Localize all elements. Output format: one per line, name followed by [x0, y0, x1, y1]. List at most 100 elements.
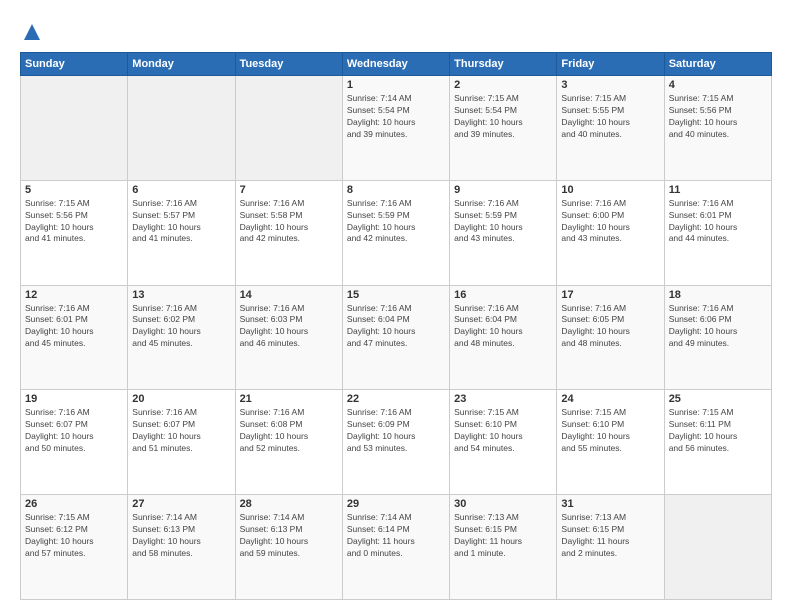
- day-info: Sunrise: 7:13 AM Sunset: 6:15 PM Dayligh…: [561, 512, 659, 560]
- weekday-header: Saturday: [664, 53, 771, 76]
- day-info: Sunrise: 7:14 AM Sunset: 5:54 PM Dayligh…: [347, 93, 445, 141]
- day-number: 13: [132, 289, 230, 301]
- day-info: Sunrise: 7:16 AM Sunset: 6:08 PM Dayligh…: [240, 407, 338, 455]
- calendar-table: SundayMondayTuesdayWednesdayThursdayFrid…: [20, 52, 772, 600]
- day-info: Sunrise: 7:15 AM Sunset: 5:55 PM Dayligh…: [561, 93, 659, 141]
- calendar-day-cell: 25 Sunrise: 7:15 AM Sunset: 6:11 PM Dayli…: [664, 390, 771, 495]
- day-info: Sunrise: 7:13 AM Sunset: 6:15 PM Dayligh…: [454, 512, 552, 560]
- calendar-day-cell: 20Sunrise: 7:16 AM Sunset: 6:07 PM Dayli…: [128, 390, 235, 495]
- calendar-day-cell: 10Sunrise: 7:16 AM Sunset: 6:00 PM Dayli…: [557, 180, 664, 285]
- calendar-day-cell: [664, 495, 771, 600]
- day-info: Sunrise: 7:15 AM Sunset: 6:10 PM Dayligh…: [561, 407, 659, 455]
- calendar-day-cell: 23 Sunrise: 7:15 AM Sunset: 6:10 PM Dayli…: [450, 390, 557, 495]
- calendar-day-cell: 24Sunrise: 7:15 AM Sunset: 6:10 PM Dayli…: [557, 390, 664, 495]
- day-number: 16: [454, 289, 552, 301]
- day-info: Sunrise: 7:16 AM Sunset: 6:09 PM Dayligh…: [347, 407, 445, 455]
- day-number: 17: [561, 289, 659, 301]
- calendar-day-cell: 8 Sunrise: 7:16 AM Sunset: 5:59 PM Daylig…: [342, 180, 449, 285]
- day-info: Sunrise: 7:16 AM Sunset: 6:05 PM Dayligh…: [561, 303, 659, 351]
- day-number: 23: [454, 393, 552, 405]
- calendar-day-cell: 9 Sunrise: 7:16 AM Sunset: 5:59 PM Daylig…: [450, 180, 557, 285]
- calendar-day-cell: 14Sunrise: 7:16 AM Sunset: 6:03 PM Dayli…: [235, 285, 342, 390]
- calendar-header-row: SundayMondayTuesdayWednesdayThursdayFrid…: [21, 53, 772, 76]
- calendar-day-cell: 7 Sunrise: 7:16 AM Sunset: 5:58 PM Daylig…: [235, 180, 342, 285]
- calendar-day-cell: 4 Sunrise: 7:15 AM Sunset: 5:56 PM Daylig…: [664, 76, 771, 181]
- logo: [20, 22, 42, 42]
- day-info: Sunrise: 7:16 AM Sunset: 5:58 PM Dayligh…: [240, 198, 338, 246]
- day-info: Sunrise: 7:16 AM Sunset: 6:03 PM Dayligh…: [240, 303, 338, 351]
- weekday-header: Thursday: [450, 53, 557, 76]
- day-number: 26: [25, 498, 123, 510]
- calendar-day-cell: 12Sunrise: 7:16 AM Sunset: 6:01 PM Dayli…: [21, 285, 128, 390]
- day-info: Sunrise: 7:15 AM Sunset: 5:56 PM Dayligh…: [25, 198, 123, 246]
- day-number: 22: [347, 393, 445, 405]
- day-number: 9: [454, 184, 552, 196]
- day-info: Sunrise: 7:16 AM Sunset: 6:00 PM Dayligh…: [561, 198, 659, 246]
- day-number: 31: [561, 498, 659, 510]
- day-number: 4: [669, 79, 767, 91]
- day-number: 2: [454, 79, 552, 91]
- day-number: 8: [347, 184, 445, 196]
- day-number: 21: [240, 393, 338, 405]
- weekday-header: Sunday: [21, 53, 128, 76]
- weekday-header: Tuesday: [235, 53, 342, 76]
- calendar-week-row: 12Sunrise: 7:16 AM Sunset: 6:01 PM Dayli…: [21, 285, 772, 390]
- calendar-day-cell: [128, 76, 235, 181]
- day-number: 1: [347, 79, 445, 91]
- day-info: Sunrise: 7:14 AM Sunset: 6:13 PM Dayligh…: [132, 512, 230, 560]
- day-info: Sunrise: 7:16 AM Sunset: 5:59 PM Dayligh…: [347, 198, 445, 246]
- calendar-day-cell: 6Sunrise: 7:16 AM Sunset: 5:57 PM Daylig…: [128, 180, 235, 285]
- day-info: Sunrise: 7:16 AM Sunset: 6:06 PM Dayligh…: [669, 303, 767, 351]
- day-number: 28: [240, 498, 338, 510]
- day-info: Sunrise: 7:16 AM Sunset: 6:01 PM Dayligh…: [669, 198, 767, 246]
- calendar-day-cell: 11 Sunrise: 7:16 AM Sunset: 6:01 PM Dayli…: [664, 180, 771, 285]
- calendar-day-cell: 15 Sunrise: 7:16 AM Sunset: 6:04 PM Dayli…: [342, 285, 449, 390]
- calendar-day-cell: 21 Sunrise: 7:16 AM Sunset: 6:08 PM Dayli…: [235, 390, 342, 495]
- day-info: Sunrise: 7:15 AM Sunset: 5:56 PM Dayligh…: [669, 93, 767, 141]
- day-info: Sunrise: 7:15 AM Sunset: 6:10 PM Dayligh…: [454, 407, 552, 455]
- calendar-day-cell: [21, 76, 128, 181]
- day-info: Sunrise: 7:16 AM Sunset: 6:07 PM Dayligh…: [132, 407, 230, 455]
- calendar-week-row: 1 Sunrise: 7:14 AM Sunset: 5:54 PM Daylig…: [21, 76, 772, 181]
- day-info: Sunrise: 7:15 AM Sunset: 5:54 PM Dayligh…: [454, 93, 552, 141]
- day-info: Sunrise: 7:16 AM Sunset: 6:04 PM Dayligh…: [347, 303, 445, 351]
- calendar-week-row: 26 Sunrise: 7:15 AM Sunset: 6:12 PM Dayli…: [21, 495, 772, 600]
- calendar-day-cell: 2 Sunrise: 7:15 AM Sunset: 5:54 PM Daylig…: [450, 76, 557, 181]
- calendar-day-cell: 5 Sunrise: 7:15 AM Sunset: 5:56 PM Daylig…: [21, 180, 128, 285]
- logo-icon: [22, 22, 42, 42]
- day-number: 15: [347, 289, 445, 301]
- calendar-page: SundayMondayTuesdayWednesdayThursdayFrid…: [0, 0, 792, 612]
- calendar-day-cell: 16 Sunrise: 7:16 AM Sunset: 6:04 PM Dayli…: [450, 285, 557, 390]
- day-info: Sunrise: 7:16 AM Sunset: 5:57 PM Dayligh…: [132, 198, 230, 246]
- weekday-header: Wednesday: [342, 53, 449, 76]
- day-info: Sunrise: 7:15 AM Sunset: 6:12 PM Dayligh…: [25, 512, 123, 560]
- day-number: 7: [240, 184, 338, 196]
- calendar-day-cell: 13 Sunrise: 7:16 AM Sunset: 6:02 PM Dayli…: [128, 285, 235, 390]
- day-number: 3: [561, 79, 659, 91]
- calendar-day-cell: [235, 76, 342, 181]
- day-info: Sunrise: 7:16 AM Sunset: 6:04 PM Dayligh…: [454, 303, 552, 351]
- day-info: Sunrise: 7:14 AM Sunset: 6:14 PM Dayligh…: [347, 512, 445, 560]
- day-info: Sunrise: 7:14 AM Sunset: 6:13 PM Dayligh…: [240, 512, 338, 560]
- day-info: Sunrise: 7:16 AM Sunset: 6:02 PM Dayligh…: [132, 303, 230, 351]
- weekday-header: Monday: [128, 53, 235, 76]
- day-number: 29: [347, 498, 445, 510]
- calendar-day-cell: 28 Sunrise: 7:14 AM Sunset: 6:13 PM Dayli…: [235, 495, 342, 600]
- calendar-week-row: 5 Sunrise: 7:15 AM Sunset: 5:56 PM Daylig…: [21, 180, 772, 285]
- day-number: 5: [25, 184, 123, 196]
- calendar-day-cell: 19Sunrise: 7:16 AM Sunset: 6:07 PM Dayli…: [21, 390, 128, 495]
- calendar-day-cell: 22 Sunrise: 7:16 AM Sunset: 6:09 PM Dayli…: [342, 390, 449, 495]
- calendar-day-cell: 27 Sunrise: 7:14 AM Sunset: 6:13 PM Dayli…: [128, 495, 235, 600]
- day-info: Sunrise: 7:16 AM Sunset: 5:59 PM Dayligh…: [454, 198, 552, 246]
- day-info: Sunrise: 7:15 AM Sunset: 6:11 PM Dayligh…: [669, 407, 767, 455]
- calendar-day-cell: 31 Sunrise: 7:13 AM Sunset: 6:15 PM Dayli…: [557, 495, 664, 600]
- day-number: 30: [454, 498, 552, 510]
- day-number: 25: [669, 393, 767, 405]
- header: [20, 18, 772, 42]
- day-number: 27: [132, 498, 230, 510]
- calendar-day-cell: 26 Sunrise: 7:15 AM Sunset: 6:12 PM Dayli…: [21, 495, 128, 600]
- day-number: 11: [669, 184, 767, 196]
- calendar-day-cell: 18 Sunrise: 7:16 AM Sunset: 6:06 PM Dayli…: [664, 285, 771, 390]
- day-number: 18: [669, 289, 767, 301]
- calendar-day-cell: 30 Sunrise: 7:13 AM Sunset: 6:15 PM Dayli…: [450, 495, 557, 600]
